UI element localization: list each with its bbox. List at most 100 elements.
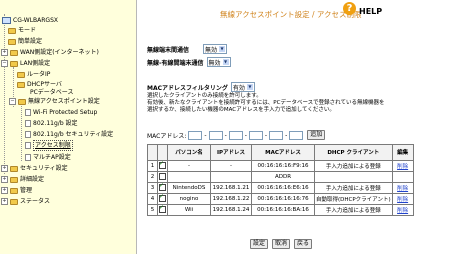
tree-line (4, 14, 5, 174)
sidebar-item-80211-settings[interactable]: 802.11g/b 設定 (25, 119, 78, 128)
wired-wireless-label: 無線-有線間端末通信 (147, 59, 204, 67)
wired-wireless-row: 無線-有線間端末通信 無効 ▼ (147, 57, 231, 67)
table-header-row: パソコン名 IPアドレス MACアドレス DHCP クライアント 編集 (147, 144, 414, 161)
sidebar-item-multi-ap[interactable]: マルチAP設定 (25, 153, 71, 162)
mac-octet-field[interactable] (188, 130, 203, 140)
checkbox-unchecked-icon[interactable] (159, 172, 166, 180)
column-header: DHCP クライアント (314, 144, 393, 161)
folder-icon (8, 38, 16, 45)
folder-icon (10, 176, 18, 183)
select-value: 有効 (232, 84, 245, 92)
checkbox-checked-icon[interactable] (159, 204, 166, 213)
sidebar-item-wps[interactable]: Wi-Fi Protected Setup (25, 108, 97, 117)
collapse-minus-icon[interactable]: − (9, 98, 16, 105)
sidebar-item-lan[interactable]: − LAN側設定 (1, 59, 50, 68)
sidebar-item-label: 詳細設定 (20, 176, 45, 183)
sidebar-item-wireless-ap[interactable]: − 無線アクセスポイント設定 (9, 97, 100, 106)
collapse-minus-icon[interactable]: − (1, 60, 8, 67)
folder-open-icon (18, 98, 26, 105)
sidebar-item-admin[interactable]: + 管理 (1, 186, 32, 195)
description-line-3: 選択するか、接続したい機器のMACアドレスを手入力で追加してください。 (147, 107, 335, 113)
cell-ip: 192.168.1.21 (210, 182, 252, 194)
checkbox-checked-icon[interactable] (159, 160, 166, 169)
mac-filter-select[interactable]: 有効 ▼ (230, 82, 255, 92)
row-checkbox[interactable] (157, 160, 168, 172)
column-header: MACアドレス (251, 144, 315, 161)
row-number: 2 (147, 171, 158, 183)
select-value: 無効 (205, 46, 218, 54)
sidebar-item-access-restriction[interactable]: アクセス制限 (25, 140, 73, 151)
folder-icon (17, 81, 25, 88)
wireless-comm-row: 無線端末間通信 無効 ▼ (147, 44, 228, 54)
wired-wireless-select[interactable]: 無効 ▼ (206, 57, 231, 67)
mac-octet-field[interactable] (228, 130, 243, 140)
sidebar-item-label: モード (18, 27, 37, 34)
sidebar-item-label: WAN側設定(インターネット) (20, 49, 99, 56)
table-row: 1 - - 00:16:16:16:F9:16 手入力追加による登録 削除 (147, 160, 414, 172)
save-button[interactable]: 設定 (250, 239, 269, 249)
sidebar-item-label: 802.11g/b 設定 (33, 120, 78, 127)
sidebar-item-status[interactable]: + ステータス (1, 197, 50, 206)
mac-address-table: パソコン名 IPアドレス MACアドレス DHCP クライアント 編集 1 - … (147, 144, 414, 216)
sidebar-item-easy-setup[interactable]: 簡単設定 (8, 37, 42, 46)
delete-link[interactable]: 削除 (391, 204, 414, 216)
cancel-button[interactable]: 取消 (272, 239, 291, 249)
cell-pc-name: Wii (167, 204, 211, 216)
mac-address-input-row: MACアドレス: - - - - - 追加 (147, 130, 326, 140)
question-mark-icon[interactable]: ? (343, 2, 356, 15)
back-button[interactable]: 戻る (294, 239, 313, 249)
sidebar-item-mode[interactable]: モード (8, 26, 36, 35)
add-mac-button[interactable]: 追加 (307, 130, 326, 140)
help-link[interactable]: HELP (359, 7, 382, 16)
chevron-down-icon: ▼ (222, 59, 229, 65)
tree-line (21, 103, 22, 161)
delete-link[interactable]: 削除 (391, 160, 414, 172)
sidebar-item-wan[interactable]: + WAN側設定(インターネット) (1, 48, 99, 57)
mac-address-label: MACアドレス: (147, 132, 187, 140)
monitor-icon (2, 17, 11, 24)
checkbox-checked-icon[interactable] (159, 182, 166, 191)
row-checkbox[interactable] (157, 204, 168, 216)
expand-plus-icon[interactable]: + (1, 176, 8, 183)
expand-plus-icon[interactable]: + (1, 165, 8, 172)
mac-octet-field[interactable] (269, 130, 284, 140)
wireless-comm-select[interactable]: 無効 ▼ (203, 44, 228, 54)
device-root[interactable]: CG-WLBARGSX (2, 16, 58, 25)
expand-plus-icon[interactable]: + (1, 187, 8, 194)
folder-open-icon (10, 60, 18, 67)
delete-link[interactable]: 削除 (391, 193, 414, 205)
page-title: 無線アクセスポイント設定 / アクセス制限 (220, 10, 362, 19)
expand-plus-icon[interactable]: + (1, 198, 8, 205)
chevron-down-icon: ▼ (246, 84, 253, 90)
table-row: 2 ADDR (147, 171, 414, 183)
sidebar-item-advanced[interactable]: + 詳細設定 (1, 175, 44, 184)
folder-icon (10, 187, 18, 194)
sidebar-item-label: Wi-Fi Protected Setup (33, 109, 98, 116)
sidebar-item-label: マルチAP設定 (33, 154, 71, 161)
cell-ip: - (210, 160, 252, 172)
delete-link[interactable]: 削除 (391, 182, 414, 194)
cell-mac: 00:16:16:16:BA:16 (251, 204, 315, 216)
checkbox-checked-icon[interactable] (159, 193, 166, 202)
cell-ip: 192.168.1.24 (210, 204, 252, 216)
column-header: 編集 (391, 144, 414, 161)
cell-mac: 00:16:16:16:F9:16 (251, 160, 315, 172)
mac-octet-field[interactable] (248, 130, 263, 140)
cell-pc-name: NintendoDS (167, 182, 211, 194)
cell-pc-name (167, 171, 211, 183)
cell-mac: ADDR (251, 171, 315, 183)
sidebar-item-pc-database[interactable]: PCデータベース (30, 88, 74, 97)
mac-filter-row: MACアドレスフィルタリング 有効 ▼ (147, 82, 255, 92)
delete-link[interactable] (391, 171, 414, 183)
row-number: 5 (147, 204, 158, 216)
cell-ip (210, 171, 252, 183)
expand-plus-icon[interactable]: + (1, 49, 8, 56)
sidebar-item-router-ip[interactable]: ルータIP (17, 70, 50, 79)
cell-ip: 192.168.1.22 (210, 193, 252, 205)
sidebar-item-80211-security[interactable]: 802.11g/b セキュリティ設定 (25, 130, 113, 139)
mac-octet-field[interactable] (208, 130, 223, 140)
sidebar-item-security[interactable]: + セキュリティ設定 (1, 164, 68, 173)
mac-octet-field[interactable] (289, 130, 304, 140)
cell-pc-name: - (167, 160, 211, 172)
sidebar-item-label: 802.11g/b セキュリティ設定 (33, 131, 114, 138)
